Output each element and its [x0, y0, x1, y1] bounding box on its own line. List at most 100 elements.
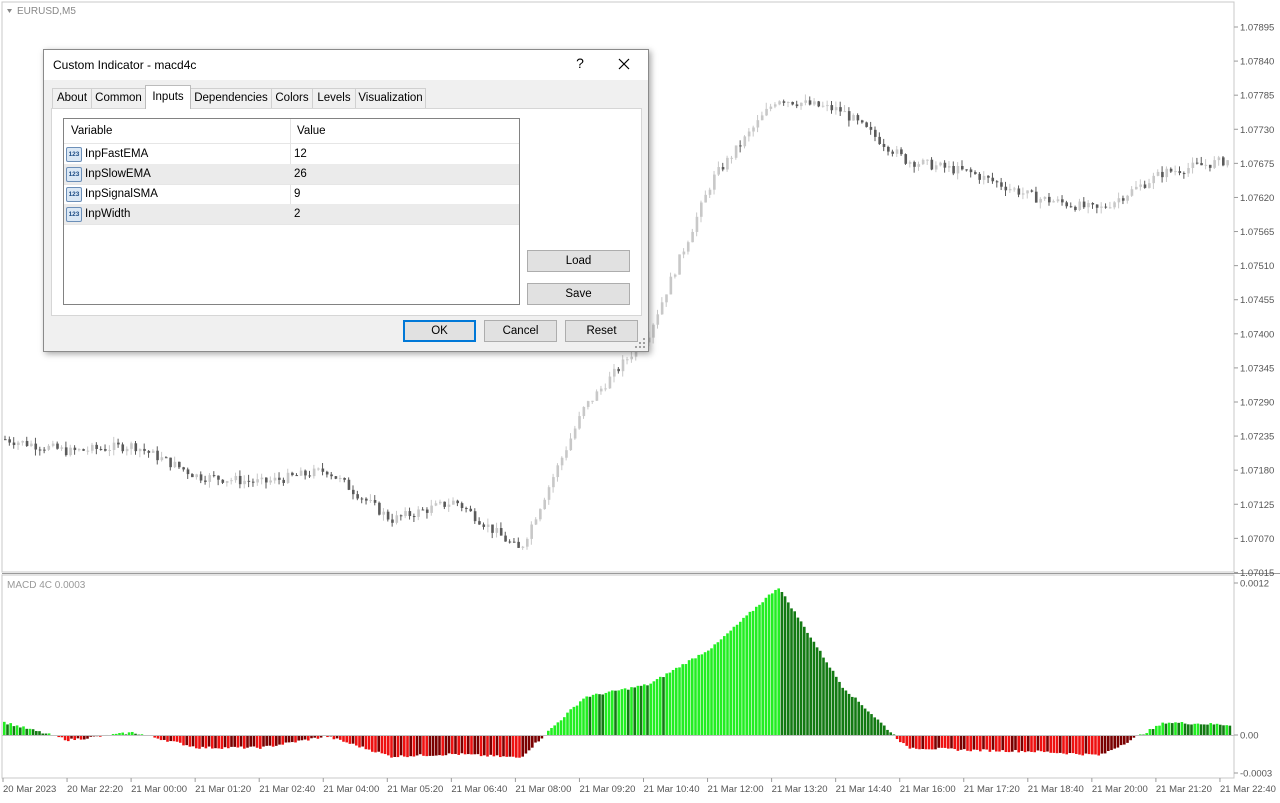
histogram-bar — [742, 617, 745, 735]
tab-levels[interactable]: Levels — [312, 88, 356, 108]
histogram-bar — [438, 735, 441, 756]
row-variable: InpFastEMA — [85, 148, 149, 160]
ok-button[interactable]: OK — [403, 320, 476, 342]
histogram-bar — [767, 594, 771, 735]
histogram-bar — [9, 723, 12, 735]
dialog-titlebar[interactable]: Custom Indicator - macd4c ? — [44, 50, 648, 80]
row-value[interactable]: 12 — [294, 148, 307, 160]
histogram-bar — [991, 735, 995, 750]
histogram-bar — [835, 676, 838, 735]
histogram-bar — [217, 735, 220, 749]
help-button[interactable]: ? — [572, 55, 588, 73]
row-value[interactable]: 9 — [294, 188, 300, 200]
histogram-bar — [563, 717, 566, 735]
tab-inputs[interactable]: Inputs — [145, 85, 191, 109]
histogram-bar — [1065, 735, 1068, 755]
histogram-bar — [595, 693, 598, 735]
histogram-bar — [1068, 735, 1072, 754]
histogram-bar — [790, 608, 793, 735]
row-value[interactable]: 26 — [294, 168, 307, 180]
histogram-bar — [623, 688, 627, 735]
histogram-bar — [1145, 733, 1148, 735]
cancel-button[interactable]: Cancel — [484, 320, 557, 342]
histogram-bar — [44, 733, 48, 735]
histogram-bar — [787, 602, 790, 735]
histogram-bar — [819, 650, 822, 735]
histogram-bar — [639, 685, 643, 735]
histogram-bar — [255, 735, 259, 748]
histogram-bar — [796, 617, 800, 735]
histogram-bar — [387, 735, 390, 756]
histogram-bar — [1081, 735, 1084, 756]
histogram-bar — [447, 735, 451, 754]
time-tick-label: 21 Mar 17:20 — [964, 784, 1020, 795]
tab-colors[interactable]: Colors — [271, 88, 313, 108]
histogram-bar — [735, 624, 739, 735]
close-button[interactable] — [614, 54, 634, 74]
column-header-variable[interactable]: Variable — [71, 125, 112, 137]
tab-about[interactable]: About — [52, 88, 92, 108]
histogram-bar — [671, 669, 675, 735]
histogram-bar — [860, 705, 864, 735]
histogram-bar — [111, 734, 115, 736]
table-row[interactable]: 123 InpFastEMA 12 — [64, 144, 519, 165]
table-row[interactable]: 123 InpWidth 2 — [64, 204, 519, 225]
integer-type-icon: 123 — [66, 207, 82, 222]
histogram-bar — [361, 735, 364, 747]
histogram-bar — [777, 588, 780, 735]
histogram-bar — [966, 735, 969, 751]
histogram-bar — [982, 735, 985, 750]
tab-dependencies[interactable]: Dependencies — [190, 88, 272, 108]
table-row[interactable]: 123 InpSlowEMA 26 — [64, 164, 519, 185]
histogram-bar — [739, 621, 742, 735]
histogram-bar — [131, 731, 134, 735]
histogram-bar — [243, 735, 246, 749]
inputs-grid[interactable]: Variable Value 123 InpFastEMA 12 123 Inp… — [63, 118, 520, 305]
reset-button[interactable]: Reset — [565, 320, 638, 342]
save-button[interactable]: Save — [527, 283, 630, 305]
histogram-bar — [1222, 725, 1225, 735]
row-value[interactable]: 2 — [294, 208, 300, 220]
histogram-bar — [1167, 722, 1171, 735]
histogram-bar — [259, 735, 262, 749]
histogram-bar — [204, 735, 208, 749]
histogram-bar — [454, 735, 457, 754]
histogram-bar — [534, 735, 537, 743]
histogram-bar — [1126, 735, 1129, 743]
histogram-bar — [841, 687, 844, 735]
histogram-bar — [284, 735, 288, 743]
histogram-bar — [1110, 735, 1113, 751]
histogram-bar — [604, 692, 608, 735]
candle — [1222, 155, 1225, 167]
histogram-bar — [483, 735, 486, 756]
histogram-bar — [1193, 723, 1196, 735]
load-button[interactable]: Load — [527, 250, 630, 272]
column-header-value[interactable]: Value — [297, 125, 326, 137]
histogram-bar — [867, 711, 870, 735]
tab-visualization[interactable]: Visualization — [355, 88, 426, 108]
histogram-bar — [649, 683, 652, 735]
histogram-bar — [419, 735, 422, 755]
indicator-tick-label: 0.00 — [1240, 731, 1259, 742]
histogram-bar — [924, 735, 928, 750]
time-tick-label: 20 Mar 22:20 — [67, 784, 123, 795]
histogram-bar — [956, 735, 960, 751]
histogram-bar — [1103, 735, 1107, 754]
histogram-bar — [1075, 735, 1078, 754]
histogram-bar — [806, 632, 809, 735]
candle — [334, 476, 338, 480]
histogram-bar — [758, 604, 761, 735]
tab-common[interactable]: Common — [91, 88, 146, 108]
indicator-pane[interactable] — [1, 574, 1235, 779]
histogram-bar — [723, 636, 726, 735]
resize-grip-icon[interactable] — [634, 337, 646, 349]
price-tick-label: 1.07895 — [1240, 23, 1274, 34]
histogram-bar — [703, 652, 707, 735]
table-row[interactable]: 123 InpSignalSMA 9 — [64, 184, 519, 205]
histogram-bar — [940, 735, 944, 748]
histogram-bar — [1190, 724, 1193, 735]
histogram-bar — [195, 735, 198, 749]
histogram-bar — [207, 735, 211, 747]
histogram-bar — [1023, 735, 1027, 753]
histogram-bar — [508, 735, 512, 757]
